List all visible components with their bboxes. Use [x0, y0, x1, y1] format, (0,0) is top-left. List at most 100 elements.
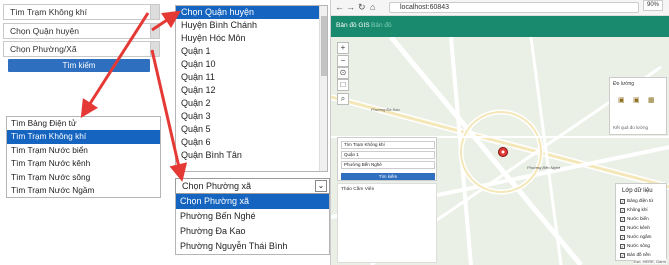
district-select-label: Chọn Quận huyện [10, 26, 79, 36]
dropdown-option[interactable]: Tìm Trạm Nước sông [7, 171, 160, 184]
layer-checkbox[interactable]: ✓ Bản đồ nền [620, 252, 651, 258]
layer-label: Nước sông [627, 243, 650, 248]
dropdown-option[interactable]: Phường Đa Kao [176, 224, 329, 239]
measure-title: Đo lường [613, 81, 635, 87]
district-select[interactable]: Chọn Quận huyện [3, 23, 160, 39]
zoom-level[interactable]: 90% [642, 0, 663, 11]
layer-checkbox[interactable]: ✓ Nước kênh [620, 225, 650, 231]
dropdown-option[interactable]: Quận 2 [176, 97, 327, 110]
dropdown-option[interactable]: Phường Nguyễn Thái Bình [176, 239, 329, 254]
layer-checkbox[interactable]: ✓ Không khí [620, 207, 648, 213]
ward-select[interactable]: Chọn Phường/Xã [3, 41, 160, 57]
checkbox-icon[interactable]: ✓ [620, 253, 625, 258]
ward-select[interactable]: Chọn Phường xã ⌄ [175, 178, 330, 194]
dropdown-option[interactable]: Quận 5 [176, 123, 327, 136]
app-navbar: Bản đồ GIS Bản đồ [331, 16, 669, 37]
district-dropdown: Chọn Quận huyện Huyện Bình Chánh Huyện H… [175, 5, 328, 172]
scrollbar[interactable] [319, 6, 327, 171]
locate-icon[interactable]: ⊙ [337, 67, 349, 79]
address-bar[interactable]: localhost:60843 [389, 2, 639, 13]
dropdown-option[interactable]: Tìm Trạm Nước Ngầm [7, 184, 160, 197]
layer-label: Nước kênh [627, 225, 650, 230]
dropdown-option[interactable]: Tìm Trạm Nước biển [7, 144, 160, 157]
reload-icon[interactable]: ↻ [358, 2, 366, 13]
station-type-dropdown: Tìm Bảng Điện tử Tìm Trạm Không khí Tìm … [6, 116, 161, 198]
dropdown-option[interactable]: Huyện Bình Chánh [176, 19, 327, 32]
home-icon[interactable]: ⌂ [370, 2, 375, 12]
checkbox-icon[interactable]: ✓ [620, 244, 625, 249]
chevron-down-icon [150, 4, 160, 20]
measure-panel: Đo lường ▣ ▣ ▦ Kết quả đo lường [609, 77, 667, 135]
dropdown-option[interactable]: Quận 3 [176, 110, 327, 123]
checkbox-icon[interactable]: ✓ [620, 235, 625, 240]
layer-label: Bảng điện tử [627, 198, 654, 203]
dropdown-option[interactable]: Quận 12 [176, 84, 327, 97]
layer-label: Nước ngầm [627, 234, 652, 239]
dropdown-option[interactable]: Tìm Bảng Điện tử [7, 117, 160, 130]
map-canvas[interactable]: + − ⊙ □ ⌕ Phường Đa Kao Phường Bến Nghé … [331, 37, 669, 265]
checkbox-icon[interactable]: ✓ [620, 208, 625, 213]
dropdown-option[interactable]: Phường Bến Nghé [176, 209, 329, 224]
dropdown-option-selected[interactable]: Chọn Quận huyện [176, 6, 327, 19]
map-attribution: Esri, HERE, Garm [632, 259, 667, 264]
layers-title: Lớp dữ liệu [622, 188, 653, 194]
measure-distance-icon[interactable]: ▣ [633, 96, 640, 104]
nav-link[interactable]: Bản đồ [371, 22, 392, 29]
dropdown-option[interactable]: Quận Bình Tân [176, 149, 327, 162]
dropdown-option[interactable]: Tìm Trạm Nước kênh [7, 157, 160, 170]
search-results: Thảo Cầm Viên [337, 183, 437, 263]
browser-window: ← → ↻ ⌂ localhost:60843 90% Bản đồ GIS B… [330, 0, 669, 265]
layer-checkbox[interactable]: ✓ Bảng điện tử [620, 198, 653, 204]
station-type-select-label: Tìm Trạm Không khí [10, 7, 87, 17]
dropdown-option[interactable]: Quận 1 [176, 45, 327, 58]
result-item[interactable]: Thảo Cầm Viên [341, 187, 374, 192]
zoom-in-icon[interactable]: + [337, 42, 349, 54]
search-button[interactable]: Tìm kiếm [8, 59, 150, 72]
layer-checkbox[interactable]: ✓ Nước ngầm [620, 234, 651, 240]
chevron-down-icon [150, 23, 160, 39]
map-district-select[interactable]: Quận 1 [341, 151, 435, 159]
ward-dropdown: Chọn Phường xã ⌄ Chọn Phường xã Phường B… [175, 178, 330, 258]
map-station-type-select[interactable]: Tìm Trạm Không khí [341, 141, 435, 149]
ward-select-label: Chọn Phường xã [182, 181, 251, 191]
map-label: Phường Bến Nghé [527, 165, 561, 170]
layer-label: Không khí [627, 207, 648, 212]
dropdown-option[interactable]: Quận 10 [176, 58, 327, 71]
measure-result: Kết quả đo lường [613, 125, 648, 130]
chevron-down-icon: ⌄ [315, 180, 327, 192]
checkbox-icon[interactable]: ✓ [620, 199, 625, 204]
station-type-select[interactable]: Tìm Trạm Không khí [3, 4, 160, 20]
dropdown-option[interactable]: Quận 11 [176, 71, 327, 84]
ward-select-label: Chọn Phường/Xã [10, 44, 77, 54]
nav-title[interactable]: Bản đồ GIS [336, 22, 370, 29]
back-icon[interactable]: ← [335, 2, 344, 12]
forward-icon[interactable]: → [346, 2, 355, 12]
layer-checkbox[interactable]: ✓ Nước biển [620, 216, 649, 222]
dropdown-option-selected[interactable]: Chọn Phường xã [176, 194, 329, 209]
chevron-down-icon [150, 41, 160, 57]
browser-toolbar: ← → ↻ ⌂ localhost:60843 90% [331, 0, 669, 16]
layer-checkbox[interactable]: ✓ Nước sông [620, 243, 650, 249]
measure-area-icon[interactable]: ▣ [618, 96, 625, 104]
map-search-form: Tìm Trạm Không khí Quận 1 Phường Bến Ngh… [337, 137, 437, 181]
url-text: localhost:60843 [400, 4, 450, 11]
dropdown-option-selected[interactable]: Tìm Trạm Không khí [7, 130, 160, 144]
checkbox-icon[interactable]: ✓ [620, 217, 625, 222]
measure-location-icon[interactable]: ▦ [648, 96, 655, 104]
layer-label: Nước biển [627, 216, 649, 221]
map-label: Phường Đa Kao [371, 107, 400, 112]
zoom-out-icon[interactable]: − [337, 55, 349, 67]
search-form: Tìm Trạm Không khí Chọn Quận huyện Chọn … [0, 0, 160, 76]
dropdown-option[interactable]: Huyện Hóc Môn [176, 32, 327, 45]
search-icon[interactable]: ⌕ [337, 93, 349, 105]
dropdown-option[interactable]: Quận 6 [176, 136, 327, 149]
extent-icon[interactable]: □ [337, 79, 349, 91]
station-marker-icon[interactable] [497, 146, 509, 158]
layer-label: Bản đồ nền [627, 252, 651, 257]
ward-options-list: Chọn Phường xã Phường Bến Nghé Phường Đa… [175, 194, 330, 255]
checkbox-icon[interactable]: ✓ [620, 226, 625, 231]
scrollbar-thumb[interactable] [321, 16, 327, 76]
map-search-button[interactable]: Tìm kiếm [341, 173, 435, 180]
layers-panel: Lớp dữ liệu ✓ Bảng điện tử ✓ Không khí ✓ Nư… [615, 183, 667, 261]
map-ward-select[interactable]: Phường Bến Nghé [341, 161, 435, 169]
